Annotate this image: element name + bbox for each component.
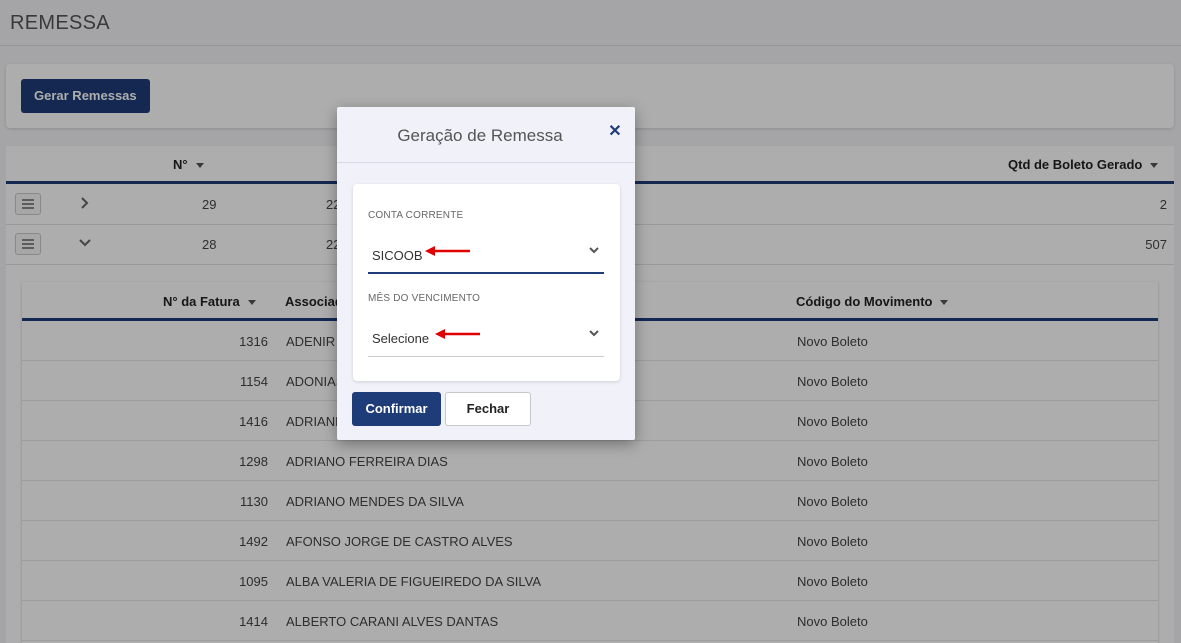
close-icon[interactable]: ✕ bbox=[607, 123, 623, 141]
mes-vencimento-select[interactable]: Selecione bbox=[368, 317, 604, 357]
annotation-arrow-icon bbox=[435, 329, 480, 339]
modal-title: Geração de Remessa bbox=[397, 126, 563, 145]
conta-corrente-value: SICOOB bbox=[372, 248, 423, 263]
mes-vencimento-value: Selecione bbox=[372, 331, 430, 346]
mes-vencimento-label: MÊS DO VENCIMENTO bbox=[368, 293, 481, 304]
chevron-down-icon bbox=[589, 330, 599, 337]
annotation-arrow-icon bbox=[425, 246, 470, 256]
geracao-remessa-modal: Geração de Remessa ✕ CONTA CORRENTE SICO… bbox=[337, 107, 635, 440]
confirmar-button[interactable]: Confirmar bbox=[352, 392, 441, 426]
conta-corrente-label: CONTA CORRENTE bbox=[368, 210, 464, 221]
conta-corrente-select[interactable]: SICOOB bbox=[368, 234, 604, 274]
chevron-down-icon bbox=[589, 247, 599, 254]
fechar-button[interactable]: Fechar bbox=[445, 392, 531, 426]
modal-header: Geração de Remessa ✕ bbox=[337, 107, 635, 163]
remessa-form: CONTA CORRENTE SICOOB MÊS DO VENCIMENTO … bbox=[353, 184, 620, 381]
